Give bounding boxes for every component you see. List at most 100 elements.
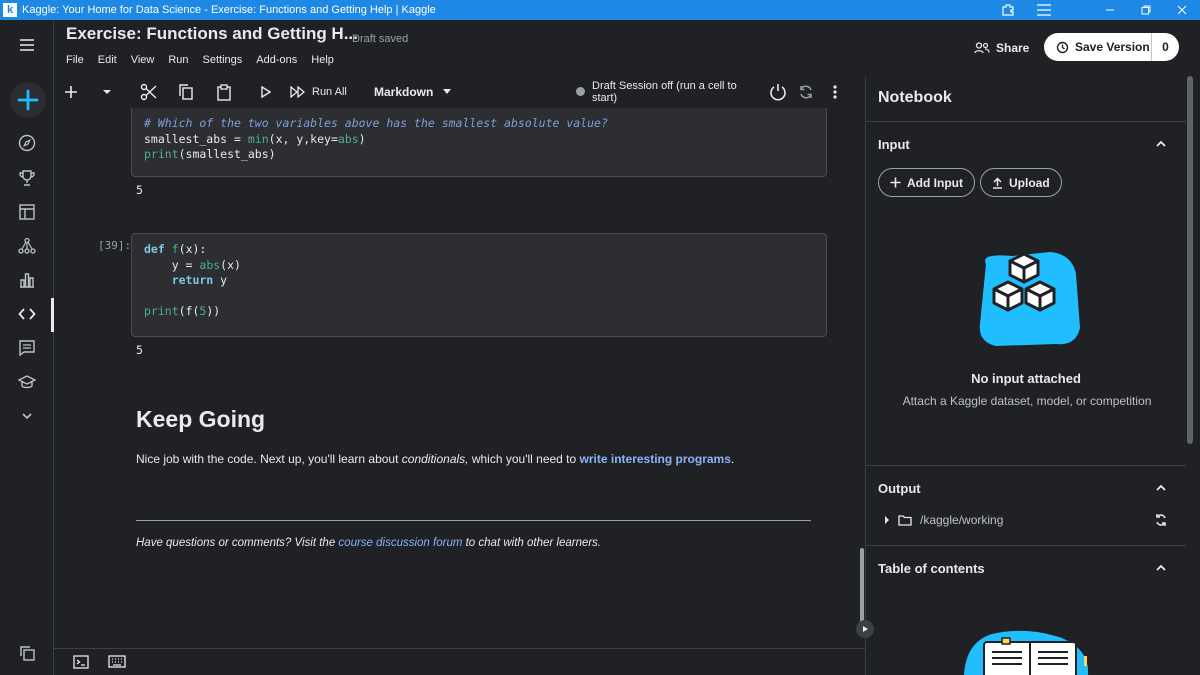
discussion-forum-link[interactable]: course discussion forum xyxy=(338,537,462,549)
window-titlebar: k Kaggle: Your Home for Data Science - E… xyxy=(0,0,1200,20)
share-button[interactable]: Share xyxy=(964,34,1039,62)
empty-input-illustration xyxy=(979,252,1080,346)
paste-icon[interactable] xyxy=(214,82,234,102)
cell-type-select[interactable]: Markdown xyxy=(374,82,454,102)
code-line: y = abs(x) xyxy=(144,257,241,272)
datasets-table-icon[interactable] xyxy=(14,199,40,225)
version-history-icon xyxy=(1056,41,1069,53)
run-cell-icon[interactable] xyxy=(258,82,274,102)
bar-chart-icon[interactable] xyxy=(14,267,40,293)
save-version-label: Save Version xyxy=(1075,40,1150,54)
chevron-up-icon[interactable] xyxy=(1155,482,1167,494)
menu-bar: File Edit View Run Settings Add-ons Help xyxy=(66,54,334,66)
notebook-content[interactable]: # Which of the two variables above has t… xyxy=(54,108,866,648)
code-line: smallest_abs = min(x, y,key=abs) xyxy=(144,131,366,146)
separator xyxy=(866,121,1186,122)
expand-arrow-icon[interactable] xyxy=(884,516,890,524)
plus-icon xyxy=(890,177,901,188)
code-cell[interactable]: def f(x): y = abs(x) return y print(f(5)… xyxy=(131,233,827,337)
write-programs-link[interactable]: write interesting programs xyxy=(580,452,731,466)
chevron-up-icon[interactable] xyxy=(1155,138,1167,150)
compass-icon[interactable] xyxy=(14,130,40,156)
more-options-icon[interactable] xyxy=(828,82,842,102)
run-all-button[interactable]: Run All xyxy=(290,82,354,102)
code-icon[interactable] xyxy=(14,301,40,327)
code-line: print(smallest_abs) xyxy=(144,147,276,161)
folder-icon xyxy=(898,515,912,526)
code-line: return y xyxy=(144,273,228,287)
output-heading[interactable]: Output xyxy=(878,481,921,496)
add-cell-dropdown-icon[interactable] xyxy=(98,82,116,102)
copy-panels-icon[interactable] xyxy=(14,640,40,666)
divider-space xyxy=(1062,0,1092,20)
bottom-bar xyxy=(54,648,866,675)
create-button[interactable] xyxy=(10,82,46,118)
notebook-header: Exercise: Functions and Getting H... Dra… xyxy=(54,20,1200,76)
hamburger-menu-icon[interactable] xyxy=(14,32,40,58)
run-all-label: Run All xyxy=(312,86,347,98)
paragraph-text: . xyxy=(730,452,735,466)
console-icon[interactable] xyxy=(73,655,89,674)
close-window-button[interactable] xyxy=(1164,0,1200,20)
power-icon[interactable] xyxy=(768,82,788,102)
trophy-icon[interactable] xyxy=(14,165,40,191)
cell-prompt: [39]: xyxy=(98,239,132,252)
paragraph-italic: conditionals, xyxy=(401,452,469,466)
copy-icon[interactable] xyxy=(176,82,196,102)
code-line: def f(x): xyxy=(144,242,207,256)
learn-cap-icon[interactable] xyxy=(14,369,40,395)
output-folder-row[interactable]: /kaggle/working xyxy=(884,513,1003,527)
markdown-paragraph: Nice job with the code. Next up, you'll … xyxy=(136,452,734,466)
add-input-button[interactable]: Add Input xyxy=(878,168,975,197)
horizontal-rule xyxy=(136,520,811,521)
restore-button[interactable] xyxy=(1128,0,1164,20)
panel-scrollbar[interactable] xyxy=(1187,76,1193,444)
menu-settings[interactable]: Settings xyxy=(203,54,243,66)
expand-more-icon[interactable] xyxy=(14,403,40,429)
panel-title: Notebook xyxy=(878,89,952,106)
extensions-icon[interactable] xyxy=(990,0,1026,20)
discussion-icon[interactable] xyxy=(14,335,40,361)
chevron-up-icon[interactable] xyxy=(1155,562,1167,574)
menu-edit[interactable]: Edit xyxy=(98,54,117,66)
save-version-button[interactable]: Save Version 0 xyxy=(1044,33,1179,61)
markdown-heading: Keep Going xyxy=(136,406,266,432)
no-input-subtitle: Attach a Kaggle dataset, model, or compe… xyxy=(902,394,1152,408)
left-sidebar xyxy=(0,20,54,675)
add-cell-icon[interactable] xyxy=(62,82,80,102)
code-line: print(f(5)) xyxy=(144,304,221,318)
menu-file[interactable]: File xyxy=(66,54,84,66)
restart-session-icon[interactable] xyxy=(796,82,816,102)
kaggle-logo-icon: k xyxy=(3,3,17,17)
upload-button[interactable]: Upload xyxy=(980,168,1062,197)
run-all-icon xyxy=(290,86,306,98)
menu-run[interactable]: Run xyxy=(168,54,188,66)
code-cell[interactable]: # Which of the two variables above has t… xyxy=(131,108,827,177)
cell-output: 5 xyxy=(136,183,143,197)
notebook-toolbar: Run All Markdown Draft Session off (run … xyxy=(54,76,866,108)
cut-icon[interactable] xyxy=(138,82,160,102)
notebook-title[interactable]: Exercise: Functions and Getting H... xyxy=(66,24,358,44)
refresh-output-icon[interactable] xyxy=(1154,513,1168,527)
question-text: Have questions or comments? Visit the xyxy=(136,537,339,549)
browser-menu-icon[interactable] xyxy=(1026,0,1062,20)
menu-add-ons[interactable]: Add-ons xyxy=(256,54,297,66)
separator xyxy=(866,465,1186,466)
keyboard-icon[interactable] xyxy=(108,655,126,673)
draft-status: Draft saved xyxy=(352,33,409,45)
output-path: /kaggle/working xyxy=(920,513,1004,527)
menu-view[interactable]: View xyxy=(131,54,155,66)
session-status-dot xyxy=(576,87,585,96)
input-heading[interactable]: Input xyxy=(878,137,910,152)
models-icon[interactable] xyxy=(14,233,40,259)
chevron-down-icon xyxy=(443,89,452,94)
toc-illustration xyxy=(964,630,1089,675)
question-text: to chat with other learners. xyxy=(462,537,602,549)
separator xyxy=(866,545,1186,546)
no-input-title: No input attached xyxy=(971,371,1081,386)
panel-resize-handle[interactable] xyxy=(860,548,864,624)
toc-heading[interactable]: Table of contents xyxy=(878,561,985,576)
menu-help[interactable]: Help xyxy=(311,54,334,66)
minimize-button[interactable] xyxy=(1092,0,1128,20)
